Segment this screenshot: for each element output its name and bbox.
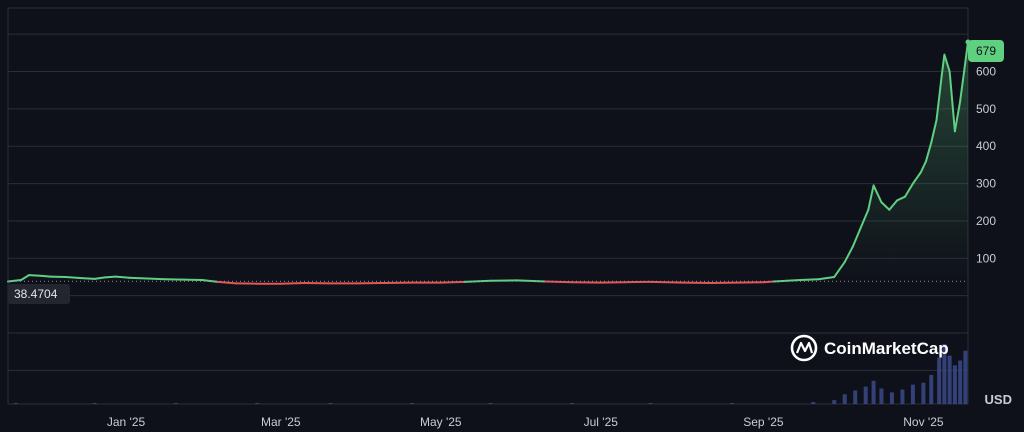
price-line-segment bbox=[146, 277, 167, 281]
price-chart-svg: 100 200 300 400 500 600 Jan '25 Mar '25 May '25 J… bbox=[7, 7, 1012, 429]
y-tick-label: 300 bbox=[976, 177, 996, 191]
volume-bar bbox=[863, 386, 868, 404]
brand-label: CoinMarketCap bbox=[824, 339, 949, 358]
unit-label: USD bbox=[985, 392, 1012, 407]
volume-bar bbox=[488, 403, 493, 404]
volume-bar bbox=[648, 403, 653, 404]
volume-bar bbox=[952, 365, 957, 404]
volume-bar bbox=[921, 382, 926, 404]
coinmarketcap-logo: CoinMarketCap bbox=[790, 334, 949, 362]
y-tick-label: 200 bbox=[976, 214, 996, 228]
volume-bar bbox=[937, 357, 942, 404]
price-area-fill bbox=[8, 41, 968, 282]
price-line-segment bbox=[27, 274, 44, 277]
baseline-badge: 38.4704 bbox=[8, 284, 70, 304]
x-tick-label: May '25 bbox=[420, 415, 462, 429]
price-line-segment bbox=[649, 280, 684, 284]
x-tick-label: Nov '25 bbox=[903, 415, 944, 429]
price-line-segment bbox=[104, 275, 117, 279]
volume-bar bbox=[832, 400, 837, 404]
x-tick-label: Mar '25 bbox=[261, 415, 301, 429]
price-line-segment bbox=[114, 275, 130, 279]
x-tick-label: Jul '25 bbox=[584, 415, 619, 429]
volume-bar bbox=[900, 389, 905, 404]
volume-bar bbox=[13, 403, 18, 404]
volume-bar bbox=[811, 402, 816, 404]
y-tick-label: 400 bbox=[976, 139, 996, 153]
volume-bar bbox=[328, 403, 333, 404]
price-area bbox=[8, 41, 968, 282]
price-line-segment bbox=[64, 275, 83, 280]
price-line-segment bbox=[786, 278, 802, 282]
x-tick-label: Jan '25 bbox=[107, 415, 146, 429]
volume-bar bbox=[409, 403, 414, 404]
price-line-segment bbox=[515, 279, 547, 283]
volume-bar bbox=[958, 360, 963, 404]
volume-bar bbox=[173, 403, 178, 404]
price-line-segment bbox=[279, 281, 306, 285]
volume-bar bbox=[729, 403, 734, 404]
y-tick-label: 500 bbox=[976, 102, 996, 116]
volume-bar bbox=[929, 374, 934, 404]
price-line-segment bbox=[216, 280, 238, 285]
volume-bar bbox=[255, 403, 260, 404]
price-chart: 100 200 300 400 500 600 Jan '25 Mar '25 May '25 J… bbox=[0, 0, 1024, 432]
volume-bar bbox=[569, 403, 574, 404]
price-line-segment bbox=[80, 277, 96, 280]
y-tick-label: 600 bbox=[976, 65, 996, 79]
price-line-segment bbox=[799, 278, 820, 281]
volume-bar bbox=[910, 384, 915, 404]
volume-bar bbox=[889, 392, 894, 404]
volume-bar bbox=[842, 394, 847, 404]
volume-bar bbox=[947, 355, 952, 404]
volume-bar bbox=[879, 388, 884, 404]
coinmarketcap-icon-mark bbox=[795, 341, 814, 354]
volume-bar bbox=[92, 403, 97, 404]
volume-bar bbox=[963, 350, 968, 404]
volume-bar bbox=[871, 380, 876, 404]
last-price-label: 679 bbox=[976, 44, 996, 58]
price-line-segment bbox=[127, 276, 149, 280]
y-tick-label: 100 bbox=[976, 251, 996, 265]
last-price-badge: 679 bbox=[968, 40, 1004, 62]
price-line-segment bbox=[41, 274, 51, 278]
axes: 100 200 300 400 500 600 Jan '25 Mar '25 May '25 J… bbox=[8, 65, 996, 429]
x-tick-label: Sep '25 bbox=[743, 415, 784, 429]
price-line bbox=[7, 39, 971, 285]
price-line-segment bbox=[439, 280, 466, 284]
baseline-value-label: 38.4704 bbox=[14, 287, 58, 301]
volume-bar bbox=[853, 390, 858, 404]
